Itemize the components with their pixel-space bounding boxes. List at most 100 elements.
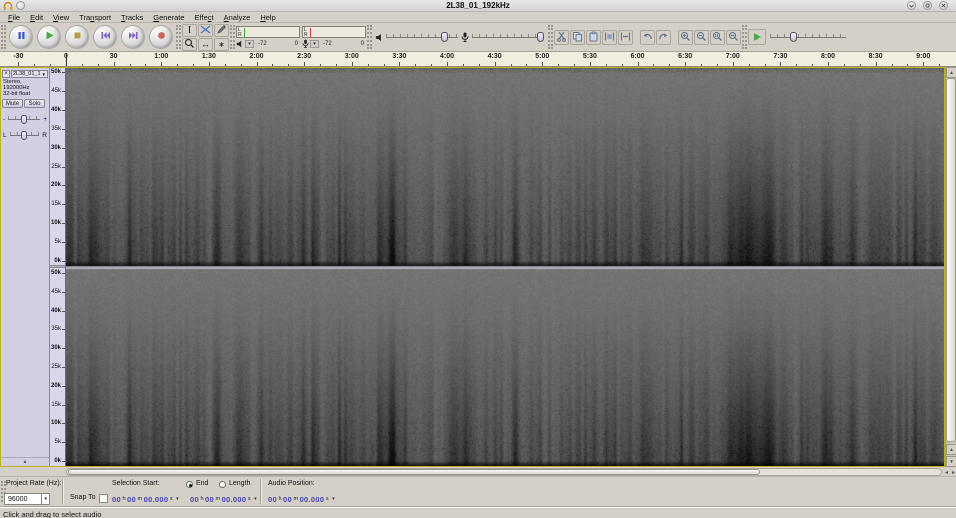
app-menu-icon[interactable] — [16, 1, 25, 10]
playback-meter-dropdown-icon[interactable]: ▾ — [245, 39, 254, 48]
draw-tool-button[interactable] — [214, 23, 229, 37]
menu-analyze[interactable]: Analyze — [219, 12, 256, 23]
transcription-toolbar-grip[interactable] — [742, 25, 747, 49]
track-close-button[interactable]: × — [2, 70, 10, 78]
silence-button[interactable] — [618, 29, 633, 45]
meter-toolbar-grip[interactable] — [230, 25, 235, 49]
menu-tracks[interactable]: Tracks — [116, 12, 148, 23]
horizontal-scrollbar[interactable]: ◂ ▸ — [0, 467, 956, 477]
pan-slider[interactable] — [9, 130, 40, 140]
cut-button[interactable] — [554, 29, 569, 45]
microphone-icon[interactable] — [302, 39, 309, 48]
track-collapse-button[interactable]: ▴ — [1, 457, 49, 465]
scroll-up-icon[interactable]: ▲ — [946, 67, 956, 78]
selection-start-field[interactable]: 00 h 00 m 00.000 s ▾ — [112, 493, 179, 505]
shade-icon[interactable] — [907, 1, 916, 10]
menu-view[interactable]: View — [48, 12, 74, 23]
time-shift-tool-button[interactable]: ↔ — [198, 37, 213, 51]
transport-toolbar-grip[interactable] — [1, 25, 6, 49]
minutes-value[interactable]: 00 — [205, 495, 214, 504]
scroll-down-icon[interactable]: ▼ — [946, 456, 956, 467]
stop-button[interactable] — [65, 25, 89, 49]
minutes-value[interactable]: 00 — [127, 495, 136, 504]
hours-value[interactable]: 00 — [112, 495, 121, 504]
seconds-value[interactable]: 00.000 — [300, 495, 325, 504]
timeline-ruler[interactable]: -300301:001:302:002:303:003:304:004:305:… — [0, 52, 956, 67]
speaker-icon[interactable] — [236, 40, 244, 48]
copy-button[interactable] — [570, 29, 585, 45]
undo-button[interactable] — [640, 29, 655, 45]
skip-to-start-button[interactable] — [93, 25, 117, 49]
horizontal-scroll-thumb[interactable] — [68, 469, 760, 475]
input-volume-thumb[interactable] — [537, 31, 544, 42]
fit-selection-button[interactable] — [710, 29, 725, 45]
recording-meter[interactable]: L R — [302, 26, 366, 38]
freq-tick — [62, 128, 65, 130]
menu-effect[interactable]: Effect — [190, 12, 219, 23]
redo-button[interactable] — [656, 29, 671, 45]
tools-toolbar-grip[interactable] — [176, 25, 181, 49]
vertical-scroll-thumb[interactable] — [946, 78, 956, 442]
vertical-scrollbar[interactable]: ▲ ▲ ▼ — [945, 67, 956, 467]
freq-tick — [62, 109, 65, 111]
time-format-dropdown-icon[interactable]: ▾ — [332, 496, 335, 502]
time-format-dropdown-icon[interactable]: ▾ — [176, 496, 179, 502]
pan-thumb[interactable] — [21, 130, 28, 140]
output-volume-slider[interactable] — [386, 31, 458, 42]
hours-value[interactable]: 00 — [190, 495, 199, 504]
track-title-menu[interactable]: 2L38_01_1 ▼ — [11, 70, 48, 78]
seconds-value[interactable]: 00.000 — [144, 495, 169, 504]
play-button[interactable] — [37, 25, 61, 49]
zoom-out-button[interactable] — [694, 29, 709, 45]
audio-position-field[interactable]: 00 h 00 m 00.000 s ▾ — [268, 493, 335, 505]
skip-to-end-button[interactable] — [121, 25, 145, 49]
scroll-right-icon[interactable]: ▸ — [952, 469, 955, 476]
play-speed-slider[interactable] — [770, 31, 846, 42]
input-volume-slider[interactable] — [472, 31, 544, 42]
multi-tool-tool-button[interactable]: ∗ — [214, 37, 229, 51]
fit-project-button[interactable] — [726, 29, 741, 45]
recording-meter-dropdown-icon[interactable]: ▾ — [310, 39, 319, 48]
length-radio[interactable] — [219, 481, 226, 488]
playhead-cursor[interactable] — [66, 53, 67, 66]
snap-to-checkbox[interactable] — [99, 494, 108, 503]
mixer-toolbar-grip[interactable] — [367, 25, 372, 49]
scroll-left-icon[interactable]: ◂ — [945, 469, 948, 476]
horizontal-scroll-track[interactable] — [66, 468, 942, 476]
edit-toolbar-grip[interactable] — [548, 25, 553, 49]
playback-meter[interactable]: L R — [236, 26, 300, 38]
seconds-value[interactable]: 00.000 — [222, 495, 247, 504]
pause-button[interactable] — [9, 25, 33, 49]
selection-tool-button[interactable]: I — [182, 23, 197, 37]
freq-tick — [62, 185, 65, 187]
envelope-tool-button[interactable] — [198, 23, 213, 37]
spectrogram-view[interactable] — [66, 68, 944, 466]
play-speed-thumb[interactable] — [790, 31, 798, 42]
selection-end-field[interactable]: 00 h 00 m 00.000 s ▾ — [190, 493, 257, 505]
menu-generate[interactable]: Generate — [148, 12, 189, 23]
trim-outside-button[interactable] — [602, 29, 617, 45]
solo-button[interactable]: Solo — [24, 99, 45, 108]
time-format-dropdown-icon[interactable]: ▾ — [254, 496, 257, 502]
hours-value[interactable]: 00 — [268, 495, 277, 504]
close-icon[interactable] — [939, 1, 948, 10]
menu-edit[interactable]: Edit — [25, 12, 48, 23]
mute-button[interactable]: Mute — [2, 99, 23, 108]
play-at-speed-button[interactable] — [748, 29, 766, 45]
paste-button[interactable] — [586, 29, 601, 45]
gain-slider[interactable] — [8, 114, 41, 124]
zoom-tool-button[interactable] — [182, 37, 197, 51]
output-volume-thumb[interactable] — [441, 31, 449, 42]
frequency-ruler[interactable]: 50k 45k 40k 35k 30k 25k 20k 15k 10k 5k 0k 50k 45k 40k… — [50, 68, 66, 466]
menu-help[interactable]: Help — [255, 12, 280, 23]
end-radio[interactable] — [186, 481, 193, 488]
menu-transport[interactable]: Transport — [74, 12, 116, 23]
zoom-in-button[interactable] — [678, 29, 693, 45]
maximize-icon[interactable] — [923, 1, 932, 10]
scroll-up2-icon[interactable]: ▲ — [946, 444, 956, 455]
project-rate-select[interactable]: 96000 ▾ — [4, 493, 50, 505]
menu-file[interactable]: File — [3, 12, 25, 23]
minutes-value[interactable]: 00 — [283, 495, 292, 504]
record-button[interactable] — [149, 25, 173, 49]
gain-thumb[interactable] — [21, 114, 28, 124]
